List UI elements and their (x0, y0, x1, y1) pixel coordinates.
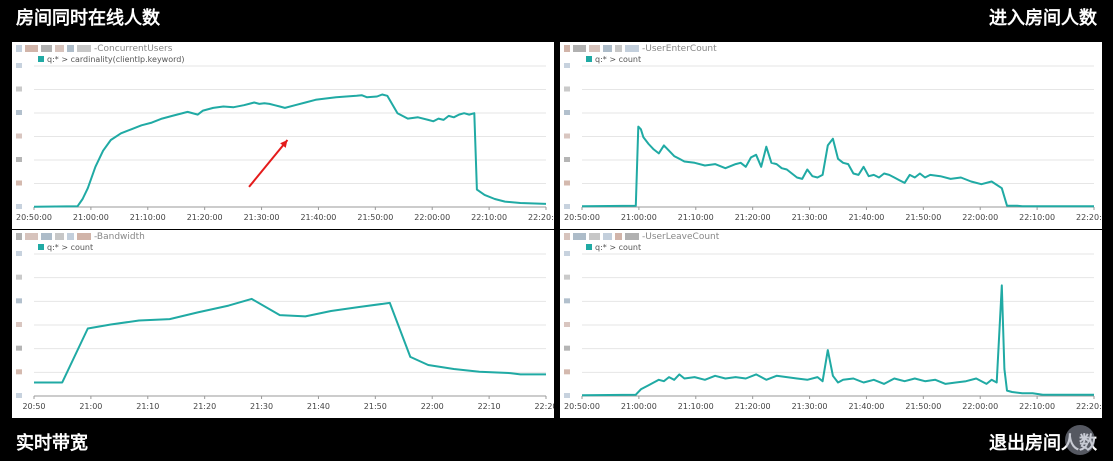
y-tick-label-redacted (564, 322, 570, 327)
chart-svg: 20:50:00 21:00:00 21:10:00 21:20:00 21:30:00… (564, 55, 1102, 222)
y-tick-label-redacted (564, 157, 570, 162)
y-tick-label-redacted (564, 369, 570, 375)
x-tick-label: 22:00:00 (962, 213, 998, 222)
x-tick-label: 22:00:00 (414, 213, 450, 222)
x-tick-label: 22:20 (534, 402, 554, 411)
y-tick-label-redacted (564, 180, 570, 186)
y-tick-label-redacted (16, 345, 22, 351)
x-tick-label: 21:10 (136, 402, 159, 411)
chart-panel-bandwidth: -Bandwidth 20:50 21:00 21:10 21:20 21:30 21:40… (12, 230, 554, 418)
x-tick-label: 21:00:00 (621, 213, 657, 222)
x-tick-label: 22:20:00 (1076, 213, 1102, 222)
y-tick-label-redacted (564, 204, 570, 209)
x-tick-label: 21:50:00 (357, 213, 393, 222)
chart-svg: 20:50 21:00 21:10 21:20 21:30 21:40 21:50 22:00… (16, 243, 554, 411)
x-tick-label: 21:50:00 (905, 402, 941, 411)
legend-label: q:* > count (47, 243, 93, 252)
x-tick-label: 21:50 (364, 402, 387, 411)
legend-label: q:* > cardinality(clientIp.keyword) (47, 55, 184, 64)
x-tick-label: 21:20:00 (735, 402, 771, 411)
series-line (581, 284, 1094, 397)
label-bottom-left: 实时带宽 (16, 433, 88, 454)
x-tick-label: 21:40 (307, 402, 330, 411)
x-tick-label: 21:40:00 (300, 213, 336, 222)
x-tick-label: 21:20:00 (187, 213, 223, 222)
y-tick-label-redacted (564, 298, 570, 304)
annotation-arrow (248, 139, 289, 188)
y-tick-label-redacted (16, 322, 22, 327)
y-tick-label-redacted (564, 345, 570, 351)
y-tick-label-redacted (16, 133, 22, 139)
legend-label: q:* > count (595, 55, 641, 64)
legend-label: q:* > count (595, 243, 641, 252)
x-tick-label: 21:10:00 (678, 402, 714, 411)
x-tick-label: 22:10:00 (1019, 213, 1055, 222)
y-tick-label-redacted (16, 298, 22, 304)
y-tick-label-redacted (564, 63, 570, 68)
y-tick-label-redacted (16, 110, 22, 115)
y-tick-label-redacted (16, 369, 22, 375)
y-tick-label-redacted (564, 110, 570, 115)
x-tick-label: 20:50:00 (16, 213, 52, 222)
y-tick-label-redacted (564, 133, 570, 139)
x-tick-label: 21:50:00 (905, 213, 941, 222)
x-tick-label: 21:30:00 (792, 402, 828, 411)
logo-icon (1065, 425, 1095, 455)
x-tick-label: 21:10:00 (130, 213, 166, 222)
x-tick-label: 21:40:00 (848, 213, 884, 222)
x-tick-label: 21:10:00 (678, 213, 714, 222)
y-tick-label-redacted (564, 86, 570, 92)
x-tick-label: 21:20 (193, 402, 216, 411)
y-tick-label-redacted (564, 274, 570, 280)
x-tick-label: 21:30:00 (244, 213, 280, 222)
x-tick-label: 21:00:00 (73, 213, 109, 222)
label-top-right: 进入房间人数 (989, 8, 1097, 29)
y-tick-label-redacted (16, 157, 22, 162)
legend-swatch (38, 244, 44, 250)
series-line (33, 93, 547, 208)
x-tick-label: 20:50 (22, 402, 45, 411)
x-tick-label: 21:30:00 (792, 213, 828, 222)
x-tick-label: 20:50:00 (564, 213, 600, 222)
x-tick-label: 22:00 (421, 402, 444, 411)
y-tick-label-redacted (564, 393, 570, 398)
x-tick-label: 22:10:00 (471, 213, 507, 222)
x-tick-label: 22:10:00 (1019, 402, 1055, 411)
label-top-left: 房间同时在线人数 (16, 8, 160, 29)
x-tick-label: 21:30 (250, 402, 273, 411)
y-tick-label-redacted (16, 180, 22, 186)
x-tick-label: 22:10 (478, 402, 501, 411)
x-tick-label: 22:00:00 (962, 402, 998, 411)
legend-swatch (586, 244, 592, 250)
x-tick-label: 21:40:00 (848, 402, 884, 411)
y-tick-label-redacted (16, 86, 22, 92)
series-line (581, 125, 1094, 208)
x-tick-label: 21:00:00 (621, 402, 657, 411)
y-tick-label-redacted (16, 251, 22, 256)
chart-svg: 20:50:00 21:00:00 21:10:00 21:20:00 21:30:00… (16, 55, 554, 222)
x-tick-label: 21:00 (79, 402, 102, 411)
chart-panel-user-enter-count: -UserEnterCount 20:50:00 21:00:00 21:10:00 2… (560, 42, 1102, 229)
series-line (34, 297, 546, 384)
y-tick-label-redacted (16, 274, 22, 280)
legend-swatch (38, 56, 44, 62)
y-tick-label-redacted (564, 251, 570, 256)
x-tick-label: 22:20:00 (1076, 402, 1102, 411)
y-tick-label-redacted (16, 63, 22, 68)
legend-swatch (586, 56, 592, 62)
chart-panel-user-leave-count: -UserLeaveCount 20:50:00 21:00:00 21:10:00 2… (560, 230, 1102, 418)
x-tick-label: 21:20:00 (735, 213, 771, 222)
y-tick-label-redacted (16, 204, 22, 209)
x-tick-label: 20:50:00 (564, 402, 600, 411)
chart-panel-concurrent-users: -ConcurrentUsers 20:50:00 21:00:00 21:10:00… (12, 42, 554, 229)
y-tick-label-redacted (16, 393, 22, 398)
chart-svg: 20:50:00 21:00:00 21:10:00 21:20:00 21:30:00… (564, 243, 1102, 411)
x-tick-label: 22:20:00 (528, 213, 554, 222)
